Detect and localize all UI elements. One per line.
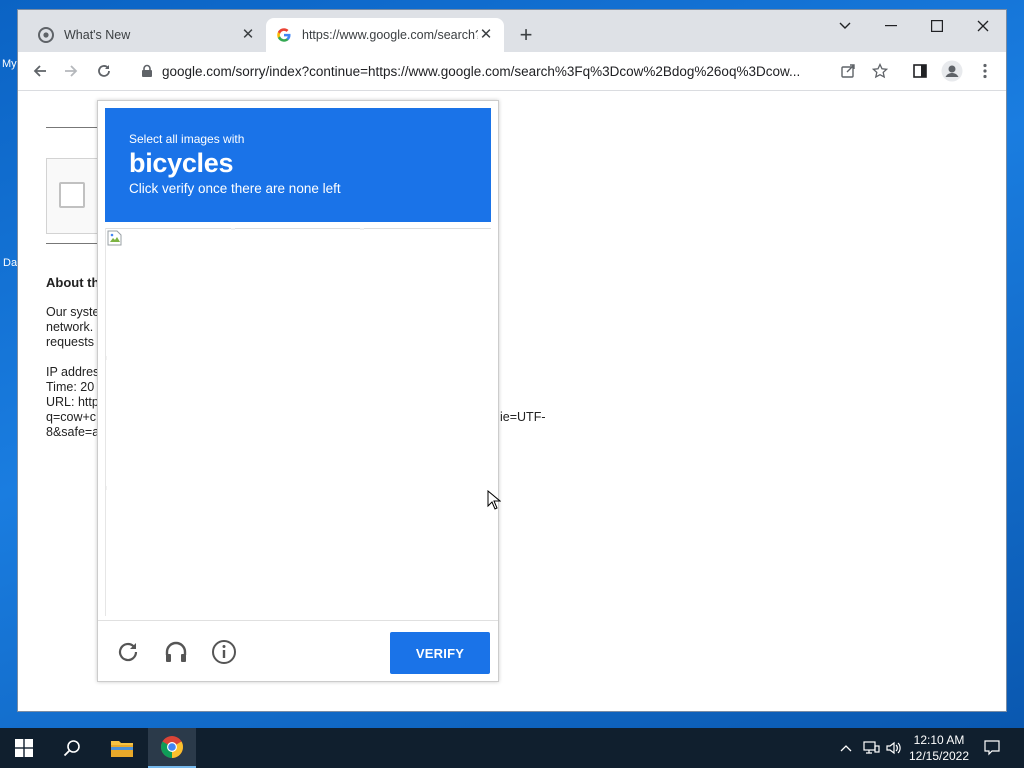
new-tab-button[interactable]: + — [514, 24, 538, 48]
info-icon[interactable] — [210, 638, 238, 666]
audio-challenge-icon[interactable] — [162, 638, 190, 666]
reload-challenge-icon[interactable] — [114, 638, 142, 666]
info-line: URL: http — [46, 395, 99, 409]
recaptcha-checkbox[interactable] — [59, 182, 85, 208]
share-icon[interactable] — [835, 58, 861, 84]
tab-search-icon[interactable] — [822, 10, 868, 42]
close-tab-icon[interactable]: ✕ — [240, 27, 256, 43]
body-line: network. — [46, 320, 94, 334]
volume-icon[interactable] — [883, 728, 905, 768]
minimize-button[interactable] — [868, 10, 914, 42]
instruction-subtext: Click verify once there are none left — [129, 181, 341, 196]
browser-toolbar: google.com/sorry/index?continue=https://… — [18, 52, 1006, 91]
grid-line — [231, 228, 235, 230]
folder-icon — [111, 741, 133, 757]
back-button[interactable] — [27, 58, 53, 84]
side-panel-icon[interactable] — [907, 58, 933, 84]
close-tab-icon[interactable]: ✕ — [478, 27, 494, 43]
chrome-taskbar-button[interactable] — [148, 728, 196, 768]
broken-image-icon — [107, 230, 122, 246]
url-tail: ie=UTF- — [500, 410, 546, 424]
system-clock[interactable]: 12:10 AM 12/15/2022 — [904, 732, 974, 764]
forward-button[interactable] — [58, 58, 84, 84]
image-grid[interactable] — [105, 228, 491, 616]
clock-time: 12:10 AM — [913, 733, 965, 747]
taskbar: 12:10 AM 12/15/2022 — [0, 728, 1024, 768]
info-line: 8&safe=a — [46, 425, 100, 439]
start-button[interactable] — [0, 728, 48, 768]
tab-title: https://www.google.com/search? — [302, 28, 478, 42]
tab-whats-new[interactable]: What's New ✕ — [28, 18, 266, 52]
tab-strip: What's New ✕ https://www.google.com/sear… — [18, 10, 1006, 52]
windows-logo-icon — [15, 739, 33, 757]
tab-title: What's New — [64, 28, 131, 42]
address-text: google.com/sorry/index?continue=https://… — [162, 63, 801, 79]
target-object: bicycles — [129, 148, 234, 178]
search-icon — [63, 740, 80, 757]
desktop-icon-label[interactable]: My — [2, 58, 17, 70]
maximize-button[interactable] — [914, 10, 960, 42]
instruction-text: Select all images with — [129, 132, 245, 146]
search-button[interactable] — [48, 728, 96, 768]
verify-button[interactable]: VERIFY — [390, 632, 490, 674]
info-line: IP addres — [46, 365, 100, 379]
close-window-button[interactable] — [960, 10, 1006, 42]
notifications-icon[interactable] — [980, 728, 1004, 768]
captcha-challenge-dialog: Select all images with bicycles Click ve… — [97, 100, 499, 682]
lock-icon — [142, 64, 152, 77]
profile-avatar-icon[interactable] — [939, 58, 965, 84]
reload-button[interactable] — [91, 58, 117, 84]
info-line: q=cow+c — [46, 410, 97, 424]
mouse-cursor-icon — [487, 490, 501, 510]
tab-google-search[interactable]: https://www.google.com/search? ✕ — [266, 18, 504, 52]
network-icon[interactable] — [860, 728, 882, 768]
address-bar[interactable]: google.com/sorry/index?continue=https://… — [130, 56, 832, 86]
clock-date: 12/15/2022 — [908, 749, 970, 763]
challenge-footer: VERIFY — [98, 620, 498, 682]
desktop-icon-label[interactable]: Da — [3, 257, 17, 269]
grid-line — [105, 228, 106, 616]
body-line: Our syste — [46, 305, 100, 319]
chrome-icon — [161, 736, 183, 758]
more-menu-icon[interactable] — [972, 58, 998, 84]
challenge-header: Select all images with bicycles Click ve… — [105, 108, 491, 222]
info-line: Time: 20 — [46, 380, 95, 394]
google-icon — [277, 28, 291, 42]
about-heading: About th — [46, 275, 100, 290]
grid-line — [105, 228, 491, 229]
bookmark-star-icon[interactable] — [867, 58, 893, 84]
chrome-icon — [38, 27, 54, 43]
body-line: requests — [46, 335, 94, 349]
show-hidden-icons-icon[interactable] — [836, 728, 856, 768]
file-explorer-button[interactable] — [98, 728, 146, 768]
grid-line — [360, 228, 364, 230]
